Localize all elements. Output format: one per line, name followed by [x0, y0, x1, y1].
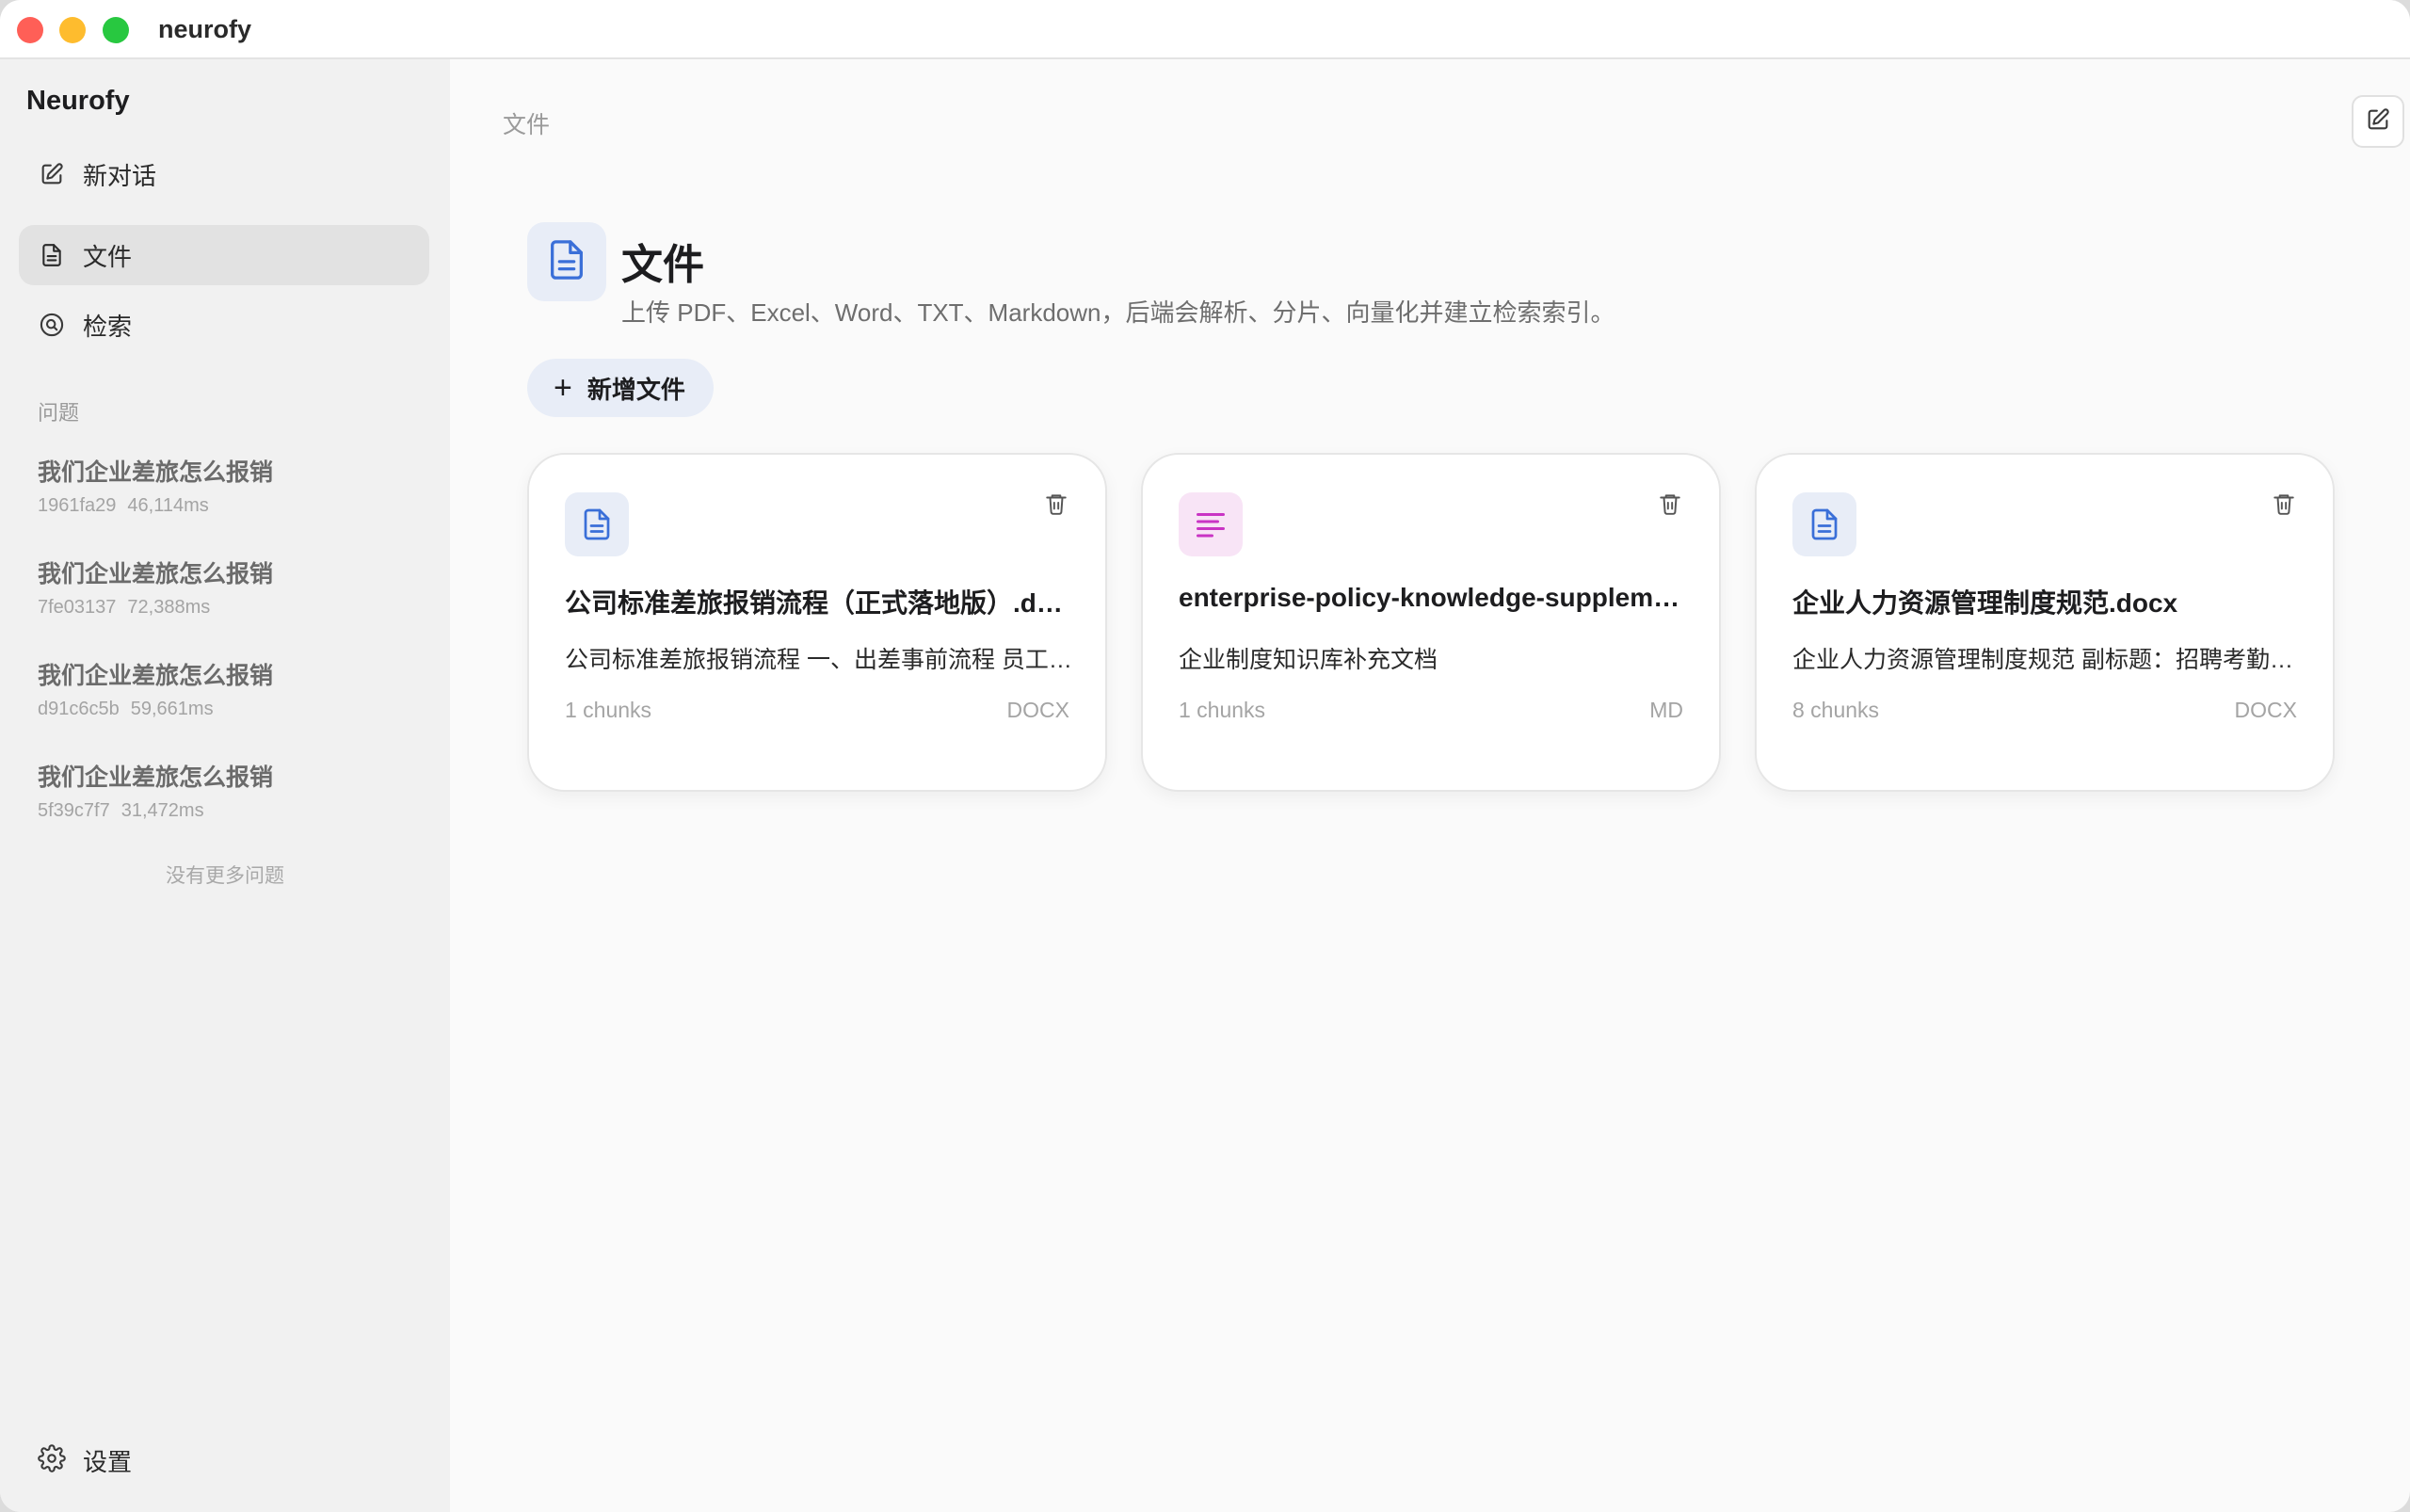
text-lines-icon: [1179, 492, 1243, 556]
question-duration: 46,114ms: [127, 495, 209, 516]
nav-files-label: 文件: [83, 242, 133, 271]
question-meta: 5f39c7f7 31,472ms: [38, 800, 424, 822]
close-window-button[interactable]: [17, 17, 43, 43]
question-meta: d91c6c5b 59,661ms: [38, 699, 424, 720]
new-chat-button[interactable]: [2352, 95, 2404, 148]
trash-icon: [2272, 491, 2296, 522]
file-preview: 企业人力资源管理制度规范 副标题：招聘考勤与绩效管理: [1792, 647, 2301, 673]
file-card[interactable]: 公司标准差旅报销流程（正式落地版）.docx 公司标准差旅报销流程 一、出差事前…: [527, 453, 1107, 792]
question-item[interactable]: 我们企业差旅怎么报销 1961fa29 46,114ms: [38, 454, 424, 517]
plus-icon: +: [554, 370, 572, 406]
app-window: neurofy Neurofy 新对话 文件 检索 问题 我们企业差旅怎么报销 …: [0, 0, 2410, 1512]
compose-icon: [38, 160, 66, 188]
window-title: neurofy: [158, 15, 252, 43]
questions-section-label: 问题: [38, 401, 80, 425]
compose-icon: [2365, 106, 2391, 137]
breadcrumb: 文件: [503, 112, 551, 138]
question-item[interactable]: 我们企业差旅怎么报销 7fe03137 72,388ms: [38, 555, 424, 619]
file-chunks: 1 chunks: [1179, 698, 1266, 722]
add-file-button[interactable]: + 新增文件: [527, 359, 714, 417]
file-name: 企业人力资源管理制度规范.docx: [1792, 588, 2178, 618]
files-header-icon: [527, 222, 606, 301]
file-type: DOCX: [2234, 698, 2297, 722]
question-title: 我们企业差旅怎么报销: [38, 459, 274, 486]
question-item[interactable]: 我们企业差旅怎么报销 d91c6c5b 59,661ms: [38, 657, 424, 720]
question-duration: 31,472ms: [120, 800, 204, 821]
file-name: enterprise-policy-knowledge-supplement.m…: [1179, 583, 1687, 612]
document-icon: [545, 236, 588, 288]
question-id: 1961fa29: [38, 495, 117, 516]
nav-files[interactable]: 文件: [19, 225, 429, 285]
document-icon: [1792, 492, 1856, 556]
add-file-label: 新增文件: [586, 375, 685, 404]
file-type: DOCX: [1006, 698, 1069, 722]
main-panel: 文件 文件 上传 PDF、Excel、Word、TXT、Markdown，后端会: [450, 59, 2410, 1512]
nav-new-chat[interactable]: 新对话: [19, 144, 429, 204]
question-item[interactable]: 我们企业差旅怎么报销 5f39c7f7 31,472ms: [38, 759, 424, 822]
nav-search-label: 检索: [83, 312, 133, 341]
file-card[interactable]: 企业人力资源管理制度规范.docx 企业人力资源管理制度规范 副标题：招聘考勤与…: [1755, 453, 2335, 792]
no-more-questions: 没有更多问题: [166, 865, 284, 887]
file-name: 公司标准差旅报销流程（正式落地版）.docx: [565, 588, 1073, 618]
question-id: d91c6c5b: [38, 699, 120, 719]
question-title: 我们企业差旅怎么报销: [38, 663, 274, 689]
delete-file-button[interactable]: [1041, 491, 1071, 521]
question-title: 我们企业差旅怎么报销: [38, 561, 274, 587]
question-meta: 7fe03137 72,388ms: [38, 597, 424, 619]
settings-button[interactable]: 设置: [38, 1443, 132, 1478]
delete-file-button[interactable]: [2269, 491, 2299, 521]
minimize-window-button[interactable]: [59, 17, 86, 43]
file-card[interactable]: enterprise-policy-knowledge-supplement.m…: [1141, 453, 1721, 792]
title-bar: neurofy: [0, 0, 2410, 59]
question-duration: 59,661ms: [130, 699, 214, 719]
question-title: 我们企业差旅怎么报销: [38, 764, 274, 791]
search-icon: [38, 311, 66, 339]
gear-icon: [38, 1444, 66, 1477]
question-duration: 72,388ms: [127, 597, 211, 618]
sidebar: Neurofy 新对话 文件 检索 问题 我们企业差旅怎么报销 1961fa29…: [0, 59, 450, 1512]
trash-icon: [1044, 491, 1068, 522]
file-preview: 公司标准差旅报销流程 一、出差事前流程 员工出差前需提交出差申请: [565, 647, 1073, 673]
delete-file-button[interactable]: [1655, 491, 1685, 521]
brand-name: Neurofy: [26, 86, 130, 116]
nav-new-chat-label: 新对话: [83, 161, 157, 190]
settings-label: 设置: [83, 1448, 133, 1476]
file-preview: 企业制度知识库补充文档: [1179, 647, 1438, 673]
document-icon: [38, 241, 66, 269]
document-icon: [565, 492, 629, 556]
file-chunks: 1 chunks: [565, 698, 652, 722]
page-subtitle: 上传 PDF、Excel、Word、TXT、Markdown，后端会解析、分片、…: [621, 298, 1615, 327]
trash-icon: [1658, 491, 1682, 522]
question-id: 5f39c7f7: [38, 800, 110, 821]
maximize-window-button[interactable]: [103, 17, 129, 43]
file-type: MD: [1649, 698, 1683, 722]
file-chunks: 8 chunks: [1792, 698, 1880, 722]
nav-search[interactable]: 检索: [19, 295, 429, 355]
page-title: 文件: [621, 242, 704, 288]
question-meta: 1961fa29 46,114ms: [38, 495, 424, 517]
question-id: 7fe03137: [38, 597, 117, 618]
